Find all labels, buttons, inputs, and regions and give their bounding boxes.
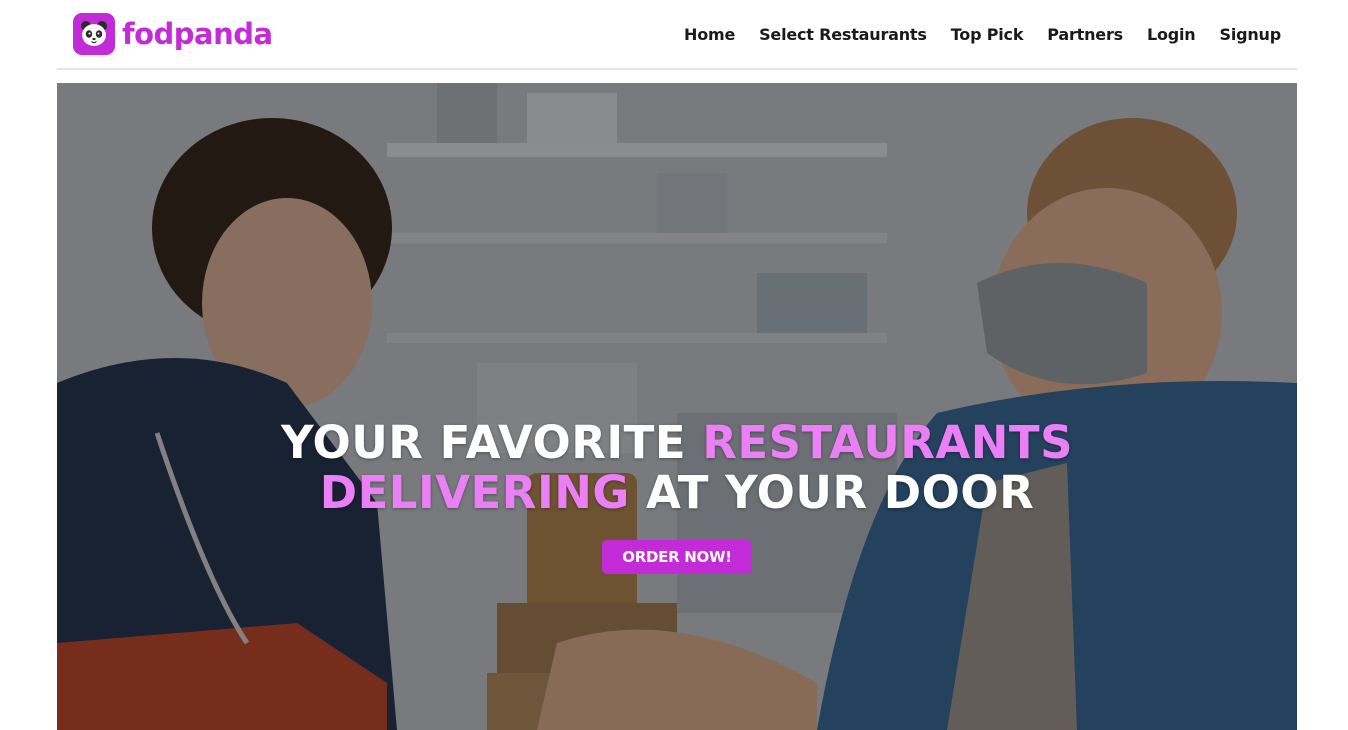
nav-login-link[interactable]: Login <box>1147 25 1196 44</box>
panda-face-icon <box>73 13 115 55</box>
hero-heading: YOUR FAVORITE RESTAURANTS DELIVERING AT … <box>57 418 1297 518</box>
nav-select-restaurants-link[interactable]: Select Restaurants <box>759 25 927 44</box>
nav-home-link[interactable]: Home <box>684 25 735 44</box>
hero-line1-accent: RESTAURANTS <box>702 416 1073 469</box>
hero-heading-line-1: YOUR FAVORITE RESTAURANTS <box>57 418 1297 468</box>
nav-partners-link[interactable]: Partners <box>1047 25 1123 44</box>
hero-background-image <box>57 83 1297 730</box>
brand-logo-link[interactable]: fodpanda <box>73 13 273 55</box>
nav-signup-link[interactable]: Signup <box>1220 25 1282 44</box>
main-nav: Home Select Restaurants Top Pick Partner… <box>660 25 1281 44</box>
hero-banner: YOUR FAVORITE RESTAURANTS DELIVERING AT … <box>57 83 1297 730</box>
hero-line2-accent: DELIVERING <box>319 466 630 519</box>
top-navbar: fodpanda Home Select Restaurants Top Pic… <box>57 0 1297 70</box>
hero-content: YOUR FAVORITE RESTAURANTS DELIVERING AT … <box>57 418 1297 574</box>
brand-name: fodpanda <box>122 17 273 51</box>
nav-top-pick-link[interactable]: Top Pick <box>951 25 1024 44</box>
order-now-button[interactable]: ORDER NOW! <box>602 540 752 574</box>
hero-line1-plain: YOUR FAVORITE <box>281 416 687 469</box>
hero-heading-line-2: DELIVERING AT YOUR DOOR <box>57 468 1297 518</box>
hero-line2-plain: AT YOUR DOOR <box>645 466 1035 519</box>
